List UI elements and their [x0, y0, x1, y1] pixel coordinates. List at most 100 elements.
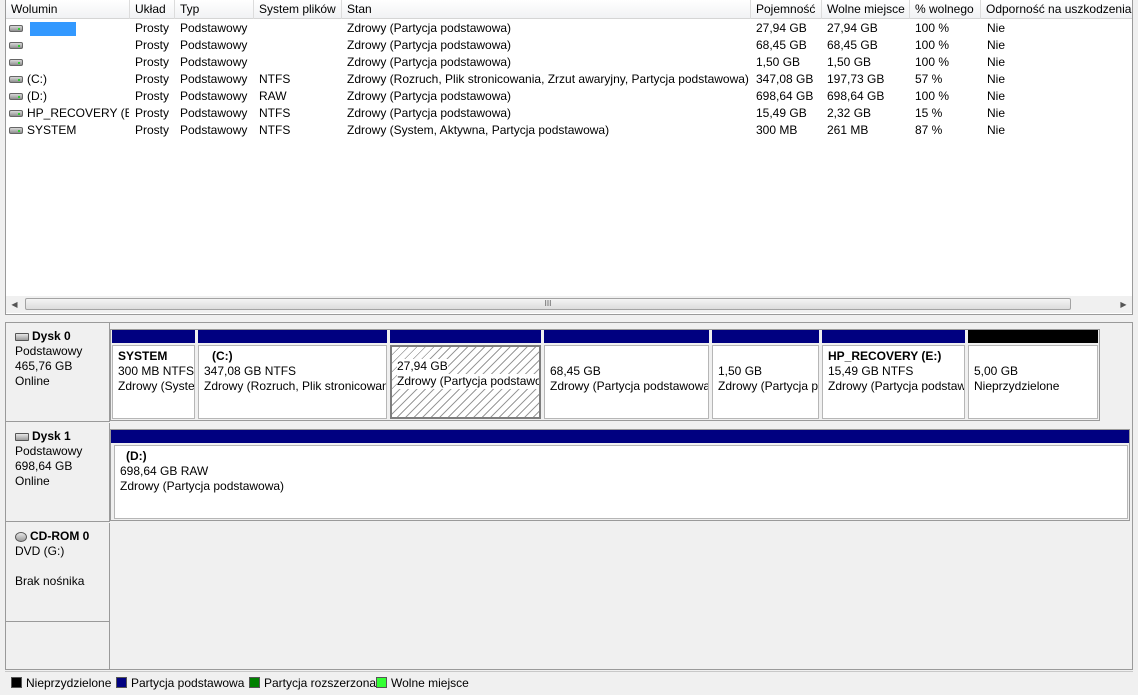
legend: Nieprzydzielone Partycja podstawowa Part…	[5, 671, 1133, 693]
volume-drive-icon	[9, 76, 23, 83]
table-row[interactable]: Prosty Podstawowy Zdrowy (Partycja podstaw…	[6, 54, 1132, 71]
partition-unallocated[interactable]: 5,00 GB Nieprzydzielone	[968, 330, 1098, 419]
primary-partition-bar	[112, 330, 195, 343]
volume-name	[27, 54, 129, 71]
volume-drive-icon	[9, 42, 23, 49]
disk-0-partitions: SYSTEM 300 MB NTFS Zdrowy (System, Aktyw…	[110, 329, 1100, 421]
pane-splitter[interactable]	[0, 315, 1138, 322]
scrollbar-thumb[interactable]: III	[25, 298, 1071, 310]
cdrom-drive: DVD (G:)	[15, 544, 65, 558]
volume-percent-free: 15 %	[915, 106, 943, 120]
legend-unallocated: Nieprzydzielone	[11, 676, 111, 690]
partition-size: 5,00 GB	[974, 364, 1019, 378]
disk-icon	[15, 332, 29, 341]
volume-layout: Prosty	[135, 72, 170, 86]
volume-filesystem	[259, 20, 342, 37]
column-header-fault-tolerance[interactable]: Odporność na uszkodzenia	[981, 0, 1132, 19]
volume-free-space: 68,45 GB	[827, 38, 878, 52]
table-row[interactable]: Prosty Podstawowy Zdrowy (Partycja podstaw…	[6, 37, 1132, 54]
column-header-type[interactable]: Typ	[175, 0, 254, 19]
table-row[interactable]: HP_RECOVERY (E:) Prosty Podstawowy NTFS Zdro…	[6, 105, 1132, 122]
volume-type: Podstawowy	[180, 72, 248, 86]
partition-d[interactable]: (D:) 698,64 GB RAW Zdrowy (Partycja pods…	[111, 430, 1129, 519]
partition-status: Nieprzydzielone	[974, 379, 1060, 393]
disk-0-label[interactable]: Dysk 0 Podstawowy 465,76 GB Online	[6, 323, 110, 422]
partition-size: 15,49 GB NTFS	[828, 364, 914, 378]
volume-layout: Prosty	[135, 89, 170, 103]
disk-state: Online	[15, 474, 50, 488]
partition-size: 27,94 GB	[397, 359, 448, 374]
partition-68gb[interactable]: 68,45 GB Zdrowy (Partycja podstawowa)	[544, 330, 709, 419]
disk-icon	[15, 432, 29, 441]
volume-percent-free: 100 %	[915, 21, 950, 35]
volume-layout: Prosty	[135, 55, 170, 69]
scroll-left-icon[interactable]: ◀	[6, 296, 23, 313]
volume-status: Zdrowy (Partycja podstawowa)	[347, 89, 512, 103]
partition-system[interactable]: SYSTEM 300 MB NTFS Zdrowy (System, Aktyw…	[112, 330, 195, 419]
primary-swatch	[116, 677, 127, 688]
volume-filesystem: NTFS	[259, 123, 291, 137]
column-header-percent-free[interactable]: % wolnego	[910, 0, 981, 19]
volume-percent-free: 100 %	[915, 89, 950, 103]
volume-status: Zdrowy (Partycja podstawowa)	[347, 38, 512, 52]
primary-partition-bar	[198, 330, 387, 343]
volume-fault-tolerance: Nie	[987, 106, 1006, 120]
volume-capacity: 698,64 GB	[756, 89, 814, 103]
partition-status: Zdrowy (System, Aktywna, Partycja podsta…	[118, 379, 195, 393]
volume-drive-icon	[9, 127, 23, 134]
column-header-capacity[interactable]: Pojemność	[751, 0, 822, 19]
volume-free-space: 1,50 GB	[827, 55, 872, 69]
table-row[interactable]: (C:) Prosty Podstawowy NTFS Zdrowy (Rozruch,…	[6, 71, 1132, 88]
column-header-layout[interactable]: Układ	[130, 0, 175, 19]
disk-title: Dysk 0	[32, 329, 71, 343]
volume-type: Podstawowy	[180, 38, 248, 52]
partition-status: Zdrowy (Partycja podstawowa)	[397, 374, 539, 389]
extended-swatch	[249, 677, 260, 688]
cdrom-icon	[15, 531, 27, 542]
table-row[interactable]: SYSTEM Prosty Podstawowy NTFS Zdrowy (System…	[6, 122, 1132, 139]
volume-fault-tolerance: Nie	[987, 72, 1006, 86]
volume-list-header: Wolumin Układ Typ System plików Stan Poj…	[6, 0, 1132, 19]
partition-name: HP_RECOVERY (E:)	[828, 349, 942, 363]
volume-free-space: 698,64 GB	[827, 89, 885, 103]
volume-name: HP_RECOVERY (E:)	[27, 106, 129, 120]
volume-list: Wolumin Układ Typ System plików Stan Poj…	[5, 0, 1133, 315]
primary-partition-bar	[544, 330, 709, 343]
partition-hp-recovery[interactable]: HP_RECOVERY (E:) 15,49 GB NTFS Zdrowy (P…	[822, 330, 965, 419]
partition-c[interactable]: (C:) 347,08 GB NTFS Zdrowy (Rozruch, Pli…	[198, 330, 387, 419]
volume-fault-tolerance: Nie	[987, 38, 1006, 52]
disk-1-label[interactable]: Dysk 1 Podstawowy 698,64 GB Online	[6, 423, 110, 522]
partition-27gb-selected[interactable]: 27,94 GB Zdrowy (Partycja podstawowa)	[390, 330, 541, 419]
cdrom-0-label[interactable]: CD-ROM 0 DVD (G:) Brak nośnika	[6, 523, 110, 622]
legend-primary: Partycja podstawowa	[116, 676, 244, 690]
volume-drive-icon	[9, 110, 23, 117]
partition-status: Zdrowy (Partycja podstawowa)	[718, 379, 819, 393]
volume-fault-tolerance: Nie	[987, 123, 1006, 137]
table-row[interactable]: Prosty Podstawowy Zdrowy (Partycja podstaw…	[6, 20, 1132, 37]
partition-name: (C:)	[212, 349, 233, 363]
volume-capacity: 68,45 GB	[756, 38, 807, 52]
volume-name: (D:)	[27, 89, 47, 103]
partition-name: (D:)	[126, 449, 147, 463]
volume-filesystem: RAW	[259, 89, 287, 103]
volume-layout: Prosty	[135, 106, 170, 120]
volume-filesystem	[259, 37, 342, 54]
scroll-right-icon[interactable]: ▶	[1115, 296, 1132, 313]
legend-label: Nieprzydzielone	[26, 676, 112, 690]
primary-partition-bar	[712, 330, 819, 343]
volume-name: SYSTEM	[27, 123, 77, 137]
horizontal-scrollbar[interactable]: ◀ III ▶	[6, 296, 1132, 313]
table-row[interactable]: (D:) Prosty Podstawowy RAW Zdrowy (Partycja …	[6, 88, 1132, 105]
column-header-volume[interactable]: Wolumin	[6, 0, 130, 19]
column-header-status[interactable]: Stan	[342, 0, 751, 19]
volume-type: Podstawowy	[180, 89, 248, 103]
volume-percent-free: 87 %	[915, 123, 943, 137]
partition-size: 300 MB NTFS	[118, 364, 195, 378]
column-header-filesystem[interactable]: System plików	[254, 0, 342, 19]
volume-percent-free: 100 %	[915, 38, 950, 52]
partition-1gb[interactable]: 1,50 GB Zdrowy (Partycja podstawowa)	[712, 330, 819, 419]
column-header-free-space[interactable]: Wolne miejsce	[822, 0, 910, 19]
volume-status: Zdrowy (Partycja podstawowa)	[347, 106, 512, 120]
disk-kind: Podstawowy	[15, 444, 83, 458]
primary-partition-bar	[390, 330, 541, 343]
